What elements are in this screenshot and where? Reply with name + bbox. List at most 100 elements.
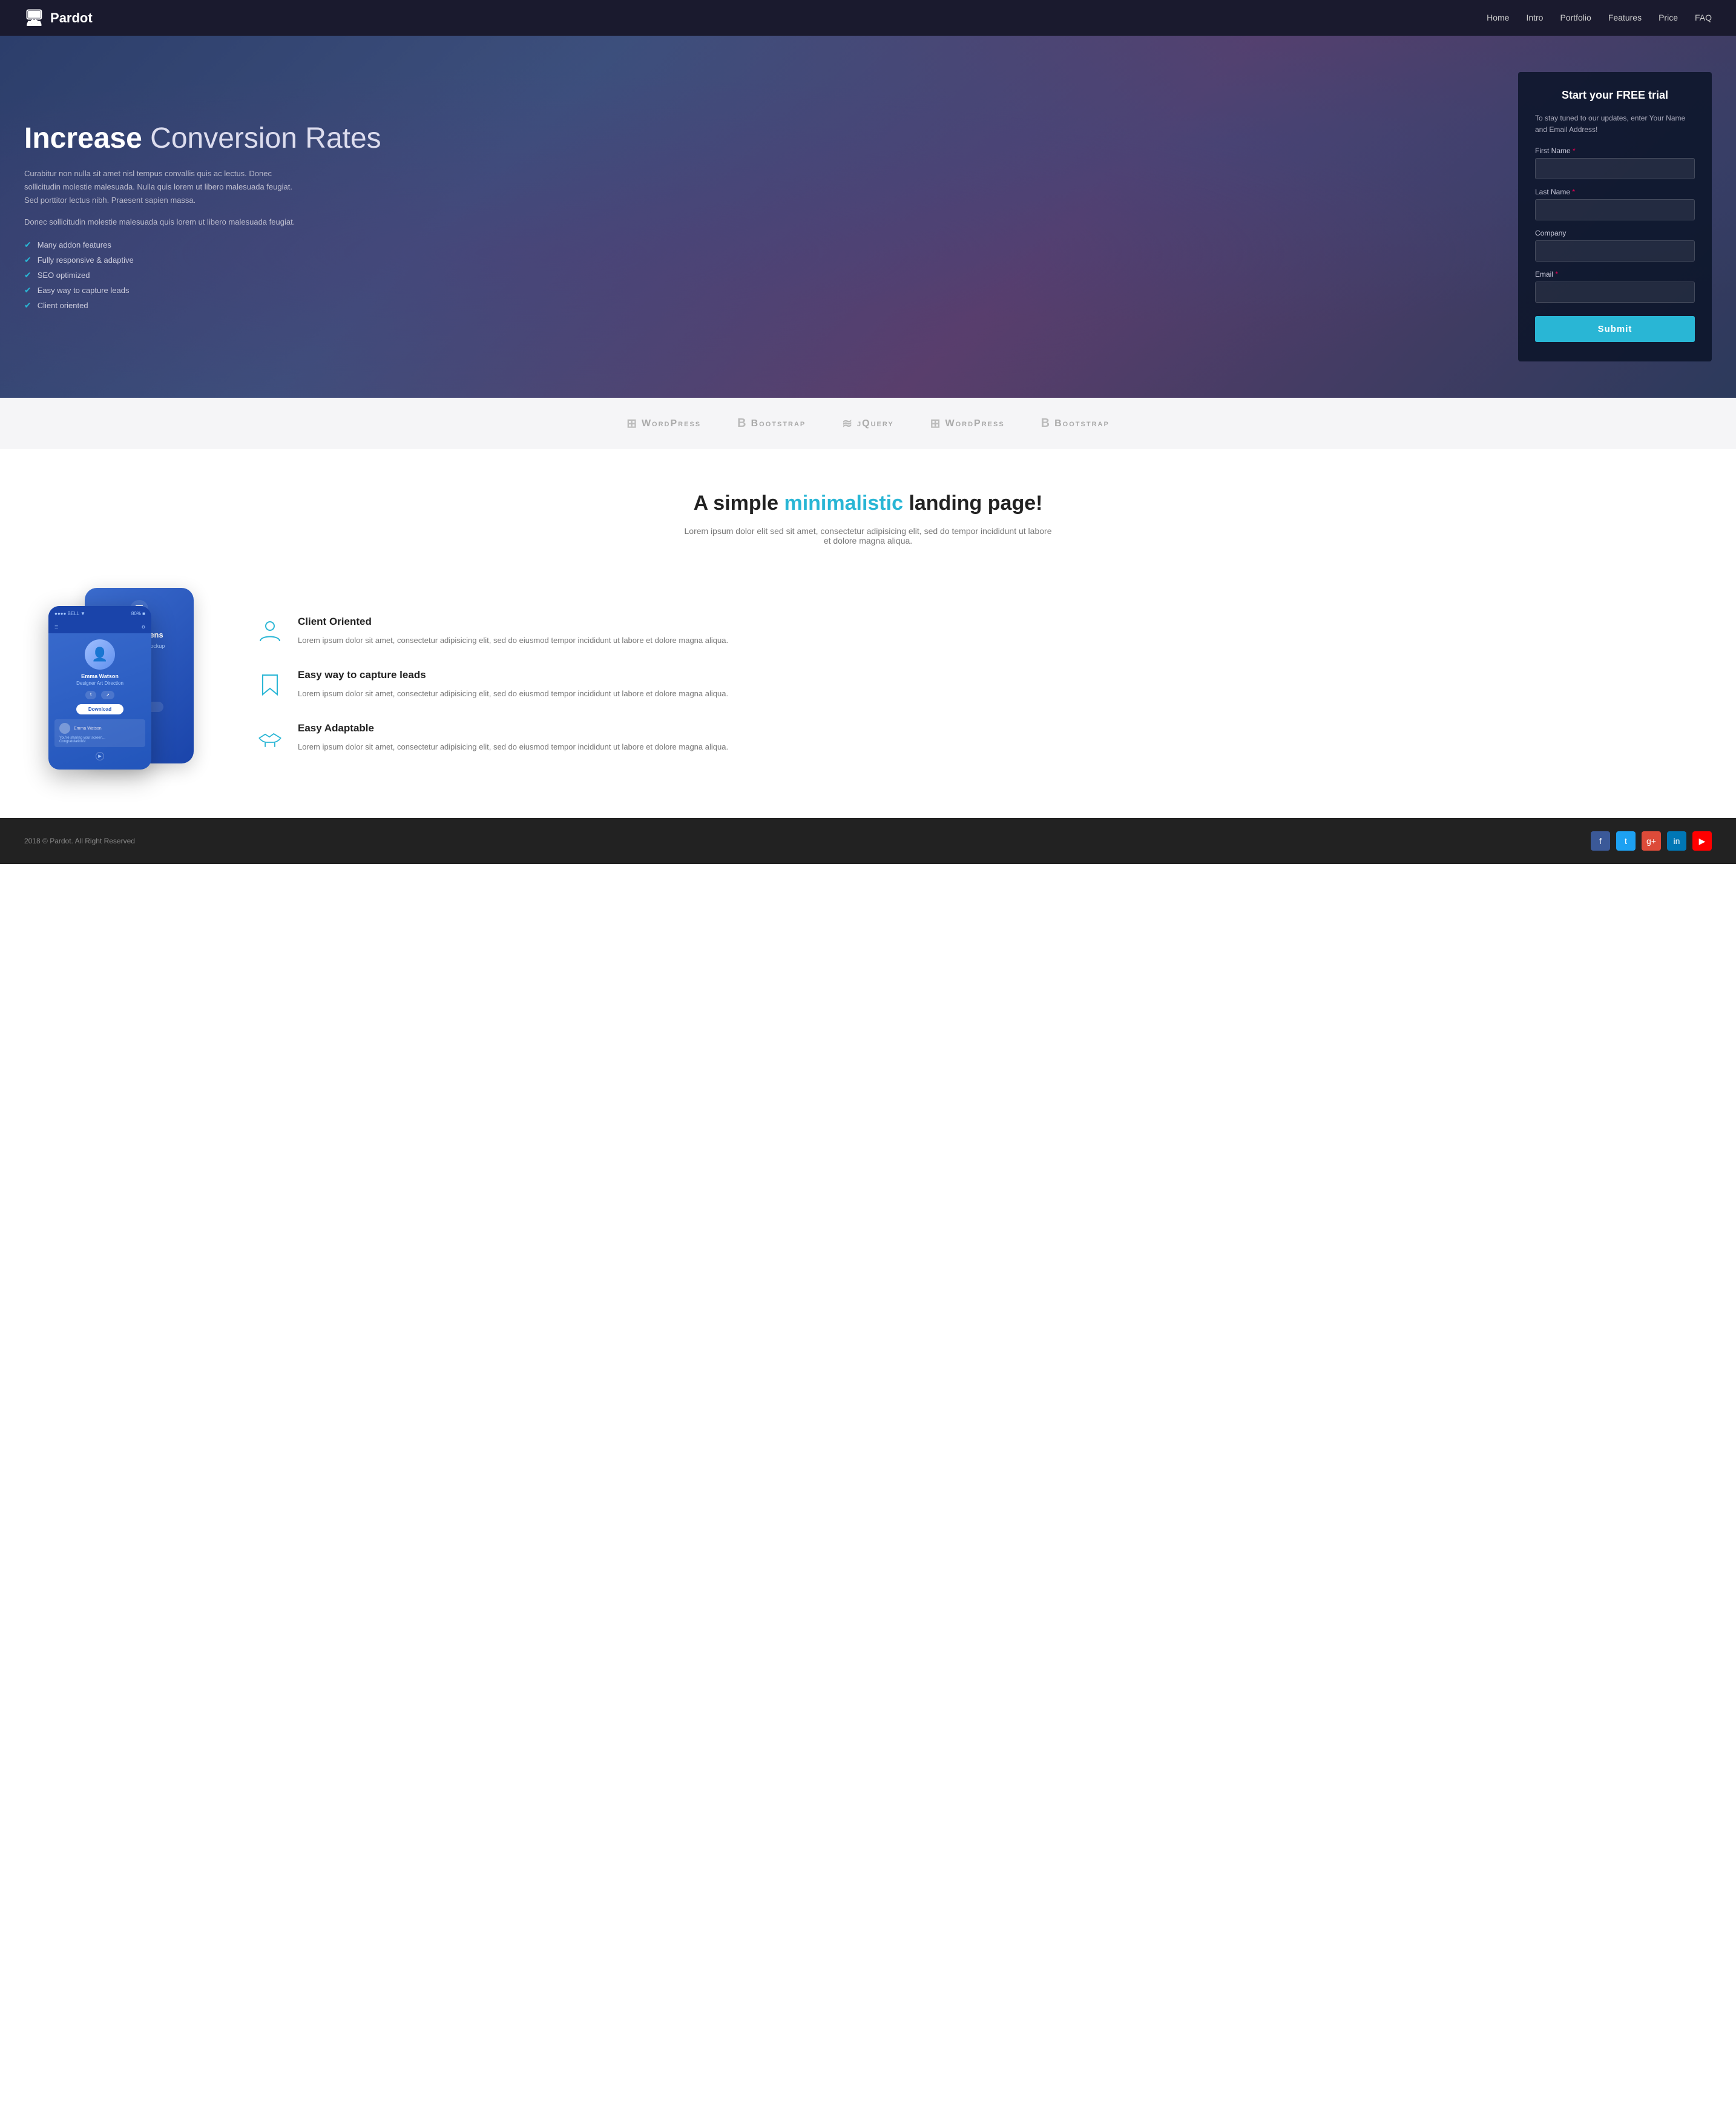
intro-desc: Lorem ipsum dolor elit sed sit amet, con…: [680, 526, 1056, 546]
feature-3: ✔ SEO optimized: [24, 270, 1494, 280]
adaptable-icon-wrap: [254, 722, 286, 754]
nav-price[interactable]: Price: [1659, 13, 1678, 22]
check-icon-3: ✔: [24, 270, 31, 280]
email-group: Email *: [1535, 270, 1695, 303]
check-icon-1: ✔: [24, 240, 31, 250]
form-subtitle: To stay tuned to our updates, enter Your…: [1535, 113, 1695, 136]
social-links: f t g+ in ▶: [1591, 831, 1712, 851]
linkedin-button[interactable]: in: [1667, 831, 1686, 851]
nav-intro[interactable]: Intro: [1526, 13, 1543, 22]
company-group: Company: [1535, 229, 1695, 262]
features-section: ☰ App Screens Presentation Mockup ⚙ v4.0…: [0, 576, 1736, 818]
navbar: 🖥 Pardot Home Intro Portfolio Features P…: [0, 0, 1736, 36]
client-icon-wrap: [254, 616, 286, 647]
brand-label-wp1: WordPress: [642, 418, 701, 429]
intro-pre: A simple: [694, 492, 778, 515]
bootstrap-icon-1: B: [737, 417, 746, 430]
phone-mockup: ☰ App Screens Presentation Mockup ⚙ v4.0…: [48, 588, 218, 782]
brand-label-bs1: Bootstrap: [751, 418, 806, 429]
intro-post: landing page!: [909, 492, 1042, 515]
intro-heading: A simple minimalistic landing page!: [24, 492, 1712, 515]
first-name-input[interactable]: [1535, 158, 1695, 179]
brand-bootstrap-2: B Bootstrap: [1041, 417, 1110, 430]
facebook-button[interactable]: f: [1591, 831, 1610, 851]
wordpress-icon-1: ⊞: [626, 416, 637, 431]
form-title: Start your FREE trial: [1535, 89, 1695, 102]
footer: 2018 © Pardot. All Right Reserved f t g+…: [0, 818, 1736, 864]
wordpress-icon-2: ⊞: [930, 416, 941, 431]
nav-links: Home Intro Portfolio Features Price FAQ: [1487, 13, 1712, 24]
hero-title-bold: Increase: [24, 122, 142, 154]
feature-leads-desc: Lorem ipsum dolor sit amet, consectetur …: [298, 687, 728, 700]
hero-title-light: Conversion Rates: [150, 122, 381, 154]
phone-avatar: 👤: [85, 639, 115, 670]
bootstrap-icon-2: B: [1041, 417, 1050, 430]
last-name-label: Last Name *: [1535, 188, 1695, 196]
hero-title: Increase Conversion Rates: [24, 123, 1494, 155]
hero-desc1: Curabitur non nulla sit amet nisl tempus…: [24, 167, 303, 207]
hero-section: Increase Conversion Rates Curabitur non …: [0, 36, 1736, 398]
feature-client-oriented: Client Oriented Lorem ipsum dolor sit am…: [254, 616, 1688, 647]
intro-section: A simple minimalistic landing page! Lore…: [0, 449, 1736, 576]
brand-wordpress-2: ⊞ WordPress: [930, 416, 1005, 431]
footer-copyright: 2018 © Pardot. All Right Reserved: [24, 837, 135, 845]
check-icon-4: ✔: [24, 285, 31, 295]
nav-features[interactable]: Features: [1608, 13, 1642, 22]
feature-leads-title: Easy way to capture leads: [298, 669, 728, 681]
intro-accent: minimalistic: [784, 492, 909, 515]
share-icon: ↗: [101, 691, 114, 699]
last-name-group: Last Name *: [1535, 188, 1695, 220]
submit-button[interactable]: Submit: [1535, 316, 1695, 342]
check-icon-5: ✔: [24, 300, 31, 311]
twitter-button[interactable]: t: [1616, 831, 1636, 851]
phone-download-btn: Download: [76, 704, 123, 714]
person-icon: [257, 618, 283, 645]
phone-person-role: Designer Art Direction: [48, 681, 151, 686]
feature-client-text: Client Oriented Lorem ipsum dolor sit am…: [298, 616, 728, 647]
feature-4: ✔ Easy way to capture leads: [24, 285, 1494, 295]
brand-jquery: ≋ jQuery: [842, 416, 893, 431]
feature-adaptable-desc: Lorem ipsum dolor sit amet, consectetur …: [298, 740, 728, 754]
email-input[interactable]: [1535, 282, 1695, 303]
hero-content: Increase Conversion Rates Curabitur non …: [24, 123, 1494, 311]
first-name-label: First Name *: [1535, 147, 1695, 155]
feature-adaptable: Easy Adaptable Lorem ipsum dolor sit ame…: [254, 722, 1688, 754]
twitter-icon: t: [85, 691, 96, 699]
nav-home[interactable]: Home: [1487, 13, 1509, 22]
first-name-group: First Name *: [1535, 147, 1695, 179]
youtube-button[interactable]: ▶: [1692, 831, 1712, 851]
feature-1: ✔ Many addon features: [24, 240, 1494, 250]
feature-items: Client Oriented Lorem ipsum dolor sit am…: [254, 616, 1688, 754]
feature-5: ✔ Client oriented: [24, 300, 1494, 311]
brands-strip: ⊞ WordPress B Bootstrap ≋ jQuery ⊞ WordP…: [0, 398, 1736, 449]
feature-capture-leads: Easy way to capture leads Lorem ipsum do…: [254, 669, 1688, 700]
feature-2: ✔ Fully responsive & adaptive: [24, 255, 1494, 265]
phone-actions: t ↗: [48, 691, 151, 699]
google-plus-button[interactable]: g+: [1642, 831, 1661, 851]
signup-form-box: Start your FREE trial To stay tuned to o…: [1518, 72, 1712, 361]
phone-person-name: Emma Watson: [48, 673, 151, 679]
feature-adaptable-title: Easy Adaptable: [298, 722, 728, 734]
brand-label-jq: jQuery: [857, 418, 894, 429]
feature-leads-text: Easy way to capture leads Lorem ipsum do…: [298, 669, 728, 700]
check-icon-2: ✔: [24, 255, 31, 265]
last-name-input[interactable]: [1535, 199, 1695, 220]
hero-desc2: Donec sollicitudin molestie malesuada qu…: [24, 216, 303, 229]
handshake-icon: [257, 725, 283, 751]
brand-label-wp2: WordPress: [945, 418, 1005, 429]
logo-icon: 🖥: [24, 8, 44, 27]
brand-bootstrap-1: B Bootstrap: [737, 417, 806, 430]
company-input[interactable]: [1535, 240, 1695, 262]
nav-faq[interactable]: FAQ: [1695, 13, 1712, 22]
feature-client-desc: Lorem ipsum dolor sit amet, consectetur …: [298, 634, 728, 647]
hero-feature-list: ✔ Many addon features ✔ Fully responsive…: [24, 240, 1494, 311]
brand-label-bs2: Bootstrap: [1054, 418, 1110, 429]
feature-adaptable-text: Easy Adaptable Lorem ipsum dolor sit ame…: [298, 722, 728, 754]
jquery-icon: ≋: [842, 416, 852, 431]
feature-client-title: Client Oriented: [298, 616, 728, 628]
nav-portfolio[interactable]: Portfolio: [1560, 13, 1591, 22]
company-label: Company: [1535, 229, 1695, 237]
leads-icon-wrap: [254, 669, 286, 700]
phone-front: ●●●● BELL ▼ 80% ■ ☰⚙ 👤 Emma Watson Desig…: [48, 606, 151, 770]
phone-status-bar: ●●●● BELL ▼ 80% ■: [48, 606, 151, 621]
